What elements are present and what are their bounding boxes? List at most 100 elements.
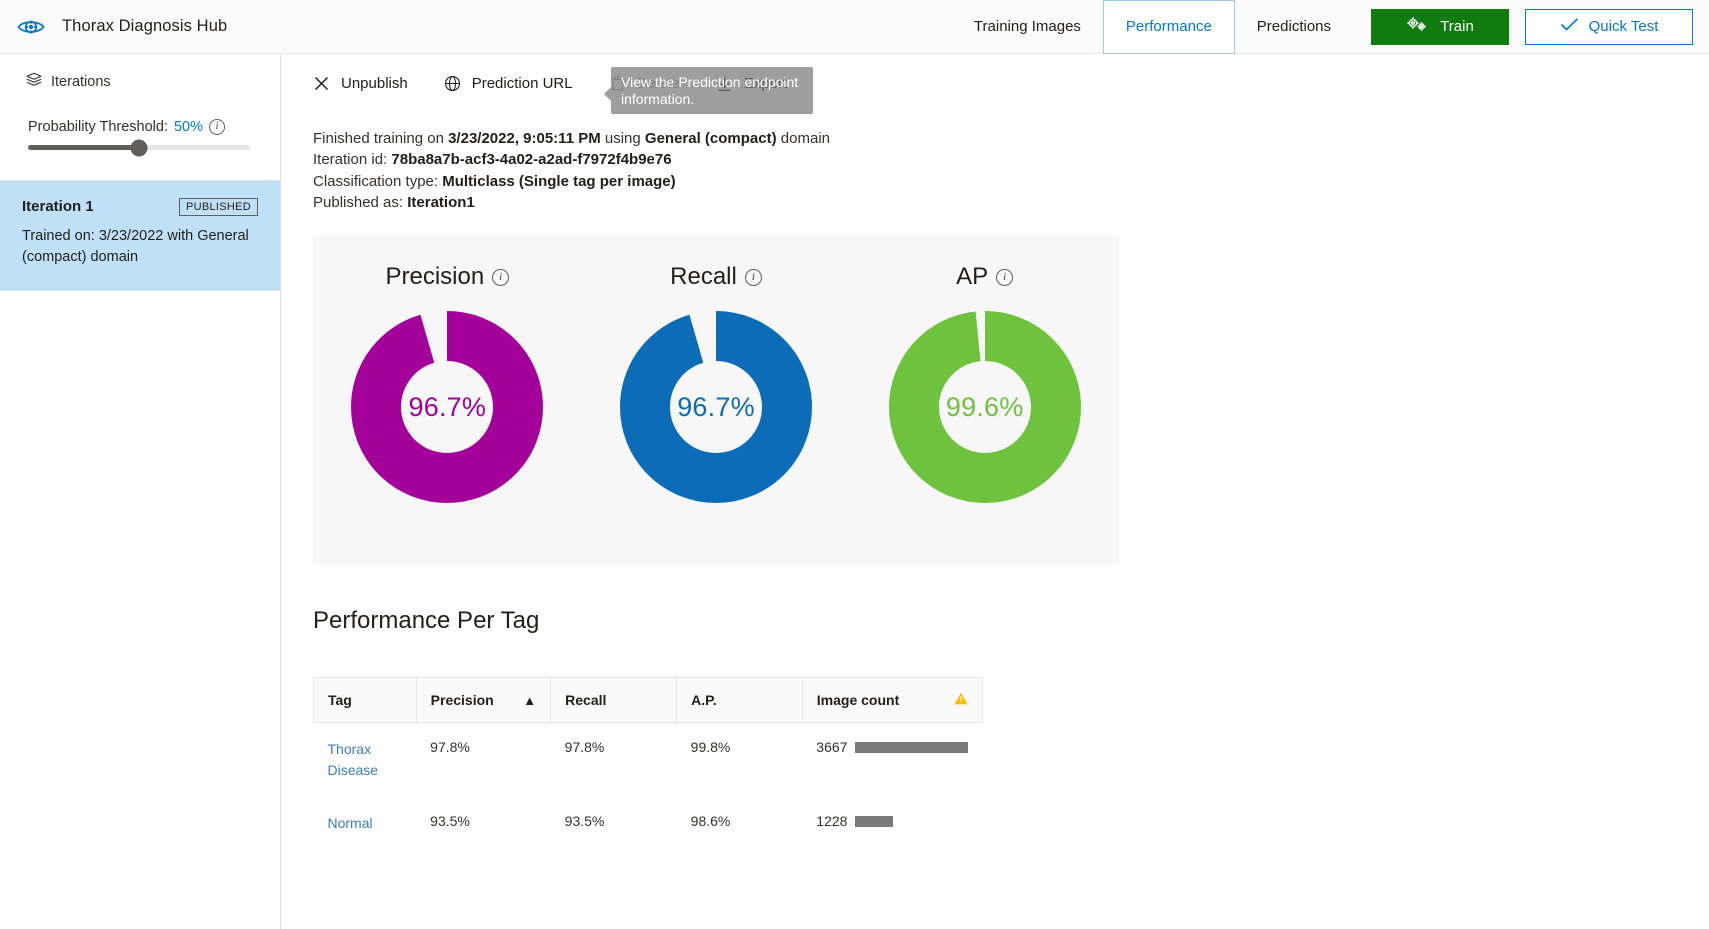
column-header-image-count[interactable]: Image count: [801, 677, 984, 724]
slider-track[interactable]: [28, 139, 250, 156]
probability-threshold-label: Probability Threshold:: [28, 119, 168, 135]
probability-threshold-value: 50%: [173, 119, 204, 135]
cell-tag: Thorax Disease: [314, 723, 417, 798]
prediction-url-label: Prediction URL: [471, 74, 573, 92]
warning-icon[interactable]: [954, 692, 968, 708]
image-count-value: 3667: [816, 739, 848, 756]
column-header-image-count-label: Image count: [816, 692, 900, 709]
cell-image-count: 1228: [802, 797, 982, 863]
tab-predictions[interactable]: Predictions: [1235, 0, 1353, 54]
sidebar: Iterations Probability Threshold: 50% i …: [0, 54, 281, 929]
iteration-subtitle: Trained on: 3/23/2022 with General (comp…: [22, 228, 249, 266]
meta-using: using: [600, 130, 645, 147]
cell-tag: Normal: [314, 797, 417, 863]
column-header-recall-label: Recall: [565, 692, 607, 709]
column-header-recall[interactable]: Recall: [550, 677, 678, 724]
info-icon[interactable]: i: [744, 268, 762, 286]
meta-iteration-id-value: 78ba8a7b-acf3-4a02-a2ad-f7972f4b9e76: [391, 151, 672, 169]
quick-test-label: Quick Test: [1588, 18, 1659, 35]
delete-button[interactable]: Delete: [599, 63, 706, 103]
sidebar-item-iteration-1[interactable]: Iteration 1 PUBLISHED Trained on: 3/23/2…: [0, 181, 280, 292]
column-header-ap[interactable]: A.P.: [676, 677, 803, 724]
ap-donut: 99.6%: [888, 311, 1081, 504]
info-icon[interactable]: i: [209, 119, 226, 135]
slider-thumb[interactable]: [130, 139, 148, 156]
iteration-metadata: Finished training on 3/23/2022, 9:05:11 …: [281, 112, 1709, 213]
cell-recall: 97.8%: [564, 739, 605, 756]
download-icon: [716, 75, 733, 92]
delete-label: Delete: [636, 74, 680, 92]
tab-training-images[interactable]: Training Images: [952, 0, 1103, 54]
prediction-url-button[interactable]: Prediction URL: [434, 63, 599, 103]
sidebar-heading: Iterations: [0, 54, 280, 91]
meta-iteration-id-label: Iteration id:: [313, 151, 392, 169]
cell-precision: 97.8%: [430, 739, 470, 756]
performance-per-tag-table: Tag Precision ▲ Recall A.P. Image count: [313, 677, 984, 864]
meta-classification-label: Classification type:: [313, 172, 443, 190]
image-count-value: 1228: [816, 813, 848, 830]
column-header-tag[interactable]: Tag: [313, 677, 417, 724]
sort-ascending-icon: ▲: [523, 692, 537, 708]
export-button[interactable]: Export: [706, 63, 813, 103]
app-title: Thorax Diagnosis Hub: [62, 17, 228, 35]
ap-title-row: AP i: [956, 263, 1014, 291]
recall-title: Recall: [670, 263, 737, 291]
info-icon[interactable]: i: [996, 268, 1014, 286]
ap-value: 99.6%: [945, 391, 1024, 422]
meta-classification-value: Multiclass (Single tag per image): [442, 172, 676, 190]
train-button-label: Train: [1440, 18, 1474, 35]
check-icon: [1560, 17, 1579, 36]
cell-ap: 99.8%: [690, 739, 731, 756]
recall-donut: 96.7%: [620, 311, 812, 504]
recall-value: 96.7%: [677, 391, 755, 422]
precision-value: 96.7%: [408, 391, 487, 422]
meta-domain-suffix: domain: [776, 130, 830, 147]
unpublish-label: Unpublish: [341, 74, 408, 92]
info-icon[interactable]: i: [492, 268, 510, 286]
table-header-row: Tag Precision ▲ Recall A.P. Image count: [313, 677, 984, 724]
sidebar-heading-label: Iterations: [51, 73, 111, 90]
column-header-precision[interactable]: Precision ▲: [415, 677, 552, 724]
meta-domain: General (compact): [644, 130, 777, 147]
slider-fill: [28, 145, 139, 150]
probability-threshold-row: Probability Threshold: 50% i: [0, 91, 280, 135]
meta-finished-prefix: Finished training on: [313, 130, 449, 147]
export-label: Export: [743, 74, 788, 92]
train-button[interactable]: Train: [1371, 8, 1509, 45]
quick-test-button[interactable]: Quick Test: [1525, 8, 1693, 45]
unpublish-button[interactable]: Unpublish: [303, 63, 434, 103]
table-row: Thorax Disease 97.8% 97.8% 99.8% 3667: [313, 722, 983, 798]
iteration-header: Iteration 1 PUBLISHED: [22, 198, 258, 217]
tag-link[interactable]: Normal: [328, 815, 373, 831]
cell-image-count: 3667: [802, 723, 982, 798]
main-content: Unpublish Prediction URL Delete Export V…: [281, 54, 1709, 929]
precision-title-row: Precision i: [385, 263, 510, 291]
cell-ap: 98.6%: [690, 813, 731, 830]
page-title: Performance Per Tag: [313, 607, 540, 635]
column-header-precision-label: Precision: [430, 692, 494, 709]
command-bar: Unpublish Prediction URL Delete Export V…: [281, 54, 1709, 115]
iteration-name: Iteration 1: [22, 198, 94, 215]
precision-metric: Precision i 96.7%: [313, 235, 582, 565]
status-badge: PUBLISHED: [178, 198, 258, 217]
meta-published-label: Published as:: [313, 193, 408, 211]
table-row: Normal 93.5% 93.5% 98.6% 1228: [313, 797, 983, 864]
meta-line-finished: Finished training on 3/23/2022, 9:05:11 …: [313, 128, 1709, 149]
precision-title: Precision: [385, 263, 485, 291]
metrics-panel: Precision i 96.7% Recall i 96.7% AP i 99…: [313, 235, 1119, 566]
ap-metric: AP i 99.6%: [850, 235, 1119, 565]
tag-link[interactable]: Thorax Disease: [328, 741, 379, 778]
tab-performance[interactable]: Performance: [1102, 0, 1235, 54]
probability-threshold-slider[interactable]: [0, 135, 280, 156]
table-body: Thorax Disease 97.8% 97.8% 99.8% 3667 No…: [313, 722, 983, 864]
precision-donut: 96.7%: [351, 311, 544, 504]
meta-line-iteration-id: Iteration id: 78ba8a7b-acf3-4a02-a2ad-f7…: [313, 149, 1709, 170]
top-navigation: Training Images Performance Predictions: [952, 0, 1709, 54]
trash-icon: [609, 75, 626, 92]
meta-line-classification: Classification type: Multiclass (Single …: [313, 171, 1709, 192]
layers-icon: [26, 72, 42, 91]
column-header-ap-label: A.P.: [691, 692, 717, 709]
top-bar: Thorax Diagnosis Hub Training Images Per…: [0, 0, 1709, 54]
meta-finished-date: 3/23/2022, 9:05:11 PM: [448, 130, 601, 147]
eye-gear-icon: [14, 10, 48, 44]
